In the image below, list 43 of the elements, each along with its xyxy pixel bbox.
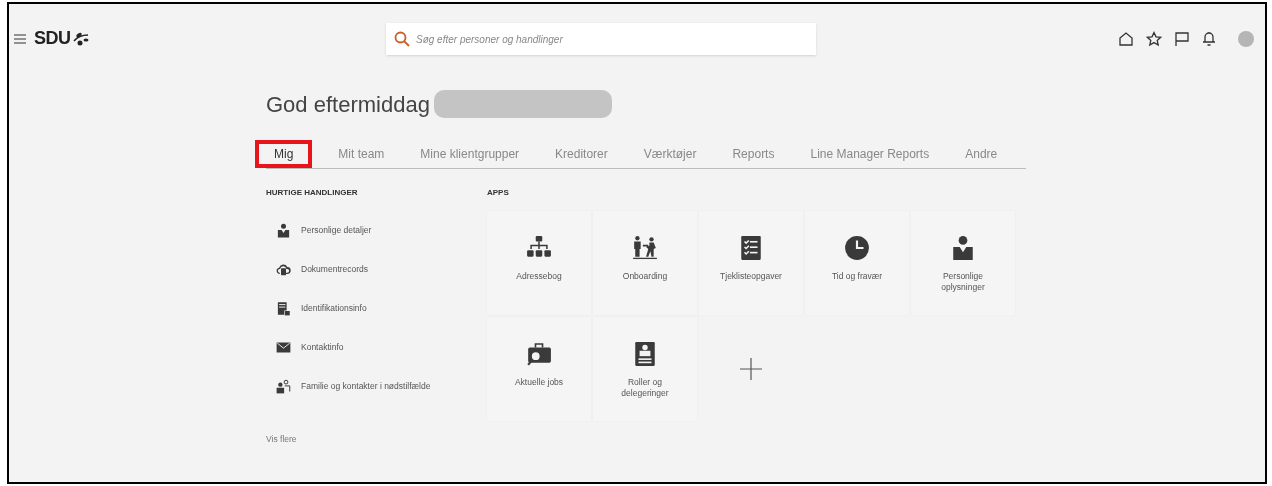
app-tile[interactable]: Onboarding bbox=[593, 211, 697, 315]
logo-text[interactable]: SDU bbox=[34, 25, 71, 52]
greeting-heading: God eftermiddag bbox=[266, 90, 430, 119]
bell-icon[interactable] bbox=[1202, 31, 1216, 47]
app-tile[interactable]: Personlige oplysninger bbox=[911, 211, 1015, 315]
search-field[interactable]: Søg efter personer og handlinger bbox=[386, 23, 816, 55]
quick-action-link[interactable]: Dokumentrecords bbox=[266, 259, 487, 279]
app-label: Tjeklisteopgaver bbox=[719, 271, 783, 282]
quick-action-link[interactable]: Personlige detaljer bbox=[266, 220, 487, 240]
app-label: Adressebog bbox=[515, 271, 563, 282]
star-icon[interactable] bbox=[1146, 31, 1162, 47]
app-label: Onboarding bbox=[621, 271, 669, 282]
quick-action-link[interactable]: Familie og kontakter i nødstilfælde bbox=[266, 376, 487, 396]
app-label: Tid og fravær bbox=[830, 271, 884, 282]
people-icon bbox=[632, 235, 658, 261]
person-icon bbox=[950, 235, 976, 261]
section-heading: APPS bbox=[487, 187, 510, 199]
quick-action-link[interactable]: Identifikationsinfo bbox=[266, 298, 487, 318]
id-badge-icon bbox=[632, 341, 658, 367]
app-tile[interactable]: Tid og fravær bbox=[805, 211, 909, 315]
people-icon bbox=[276, 378, 291, 394]
checklist-icon bbox=[738, 235, 764, 261]
home-icon[interactable] bbox=[1118, 31, 1134, 47]
tab[interactable]: Mig bbox=[255, 140, 313, 168]
briefcase-icon bbox=[526, 341, 552, 367]
app-tile[interactable]: Tjeklisteopgaver bbox=[699, 211, 803, 315]
menu-icon[interactable] bbox=[14, 33, 26, 44]
quick-action-link[interactable]: Kontaktinfo bbox=[266, 337, 487, 357]
app-tile[interactable]: Aktuelle jobs bbox=[487, 317, 591, 421]
app-tile[interactable]: Roller og delegeringer bbox=[593, 317, 697, 421]
clock-icon bbox=[844, 235, 870, 261]
flag-icon[interactable] bbox=[1174, 31, 1190, 47]
app-label: Personlige oplysninger bbox=[940, 271, 986, 293]
show-more-link[interactable]: Vis flere bbox=[266, 433, 487, 446]
app-tile[interactable]: Adressebog bbox=[487, 211, 591, 315]
app-label: Aktuelle jobs bbox=[513, 377, 565, 388]
person-icon bbox=[276, 222, 291, 238]
document-icon bbox=[276, 300, 291, 316]
logo-icon bbox=[72, 31, 89, 46]
search-icon bbox=[394, 31, 410, 47]
plus-icon bbox=[740, 358, 762, 380]
app-label: Roller og delegeringer bbox=[620, 377, 670, 399]
section-heading: HURTIGE HANDLINGER bbox=[266, 187, 359, 199]
